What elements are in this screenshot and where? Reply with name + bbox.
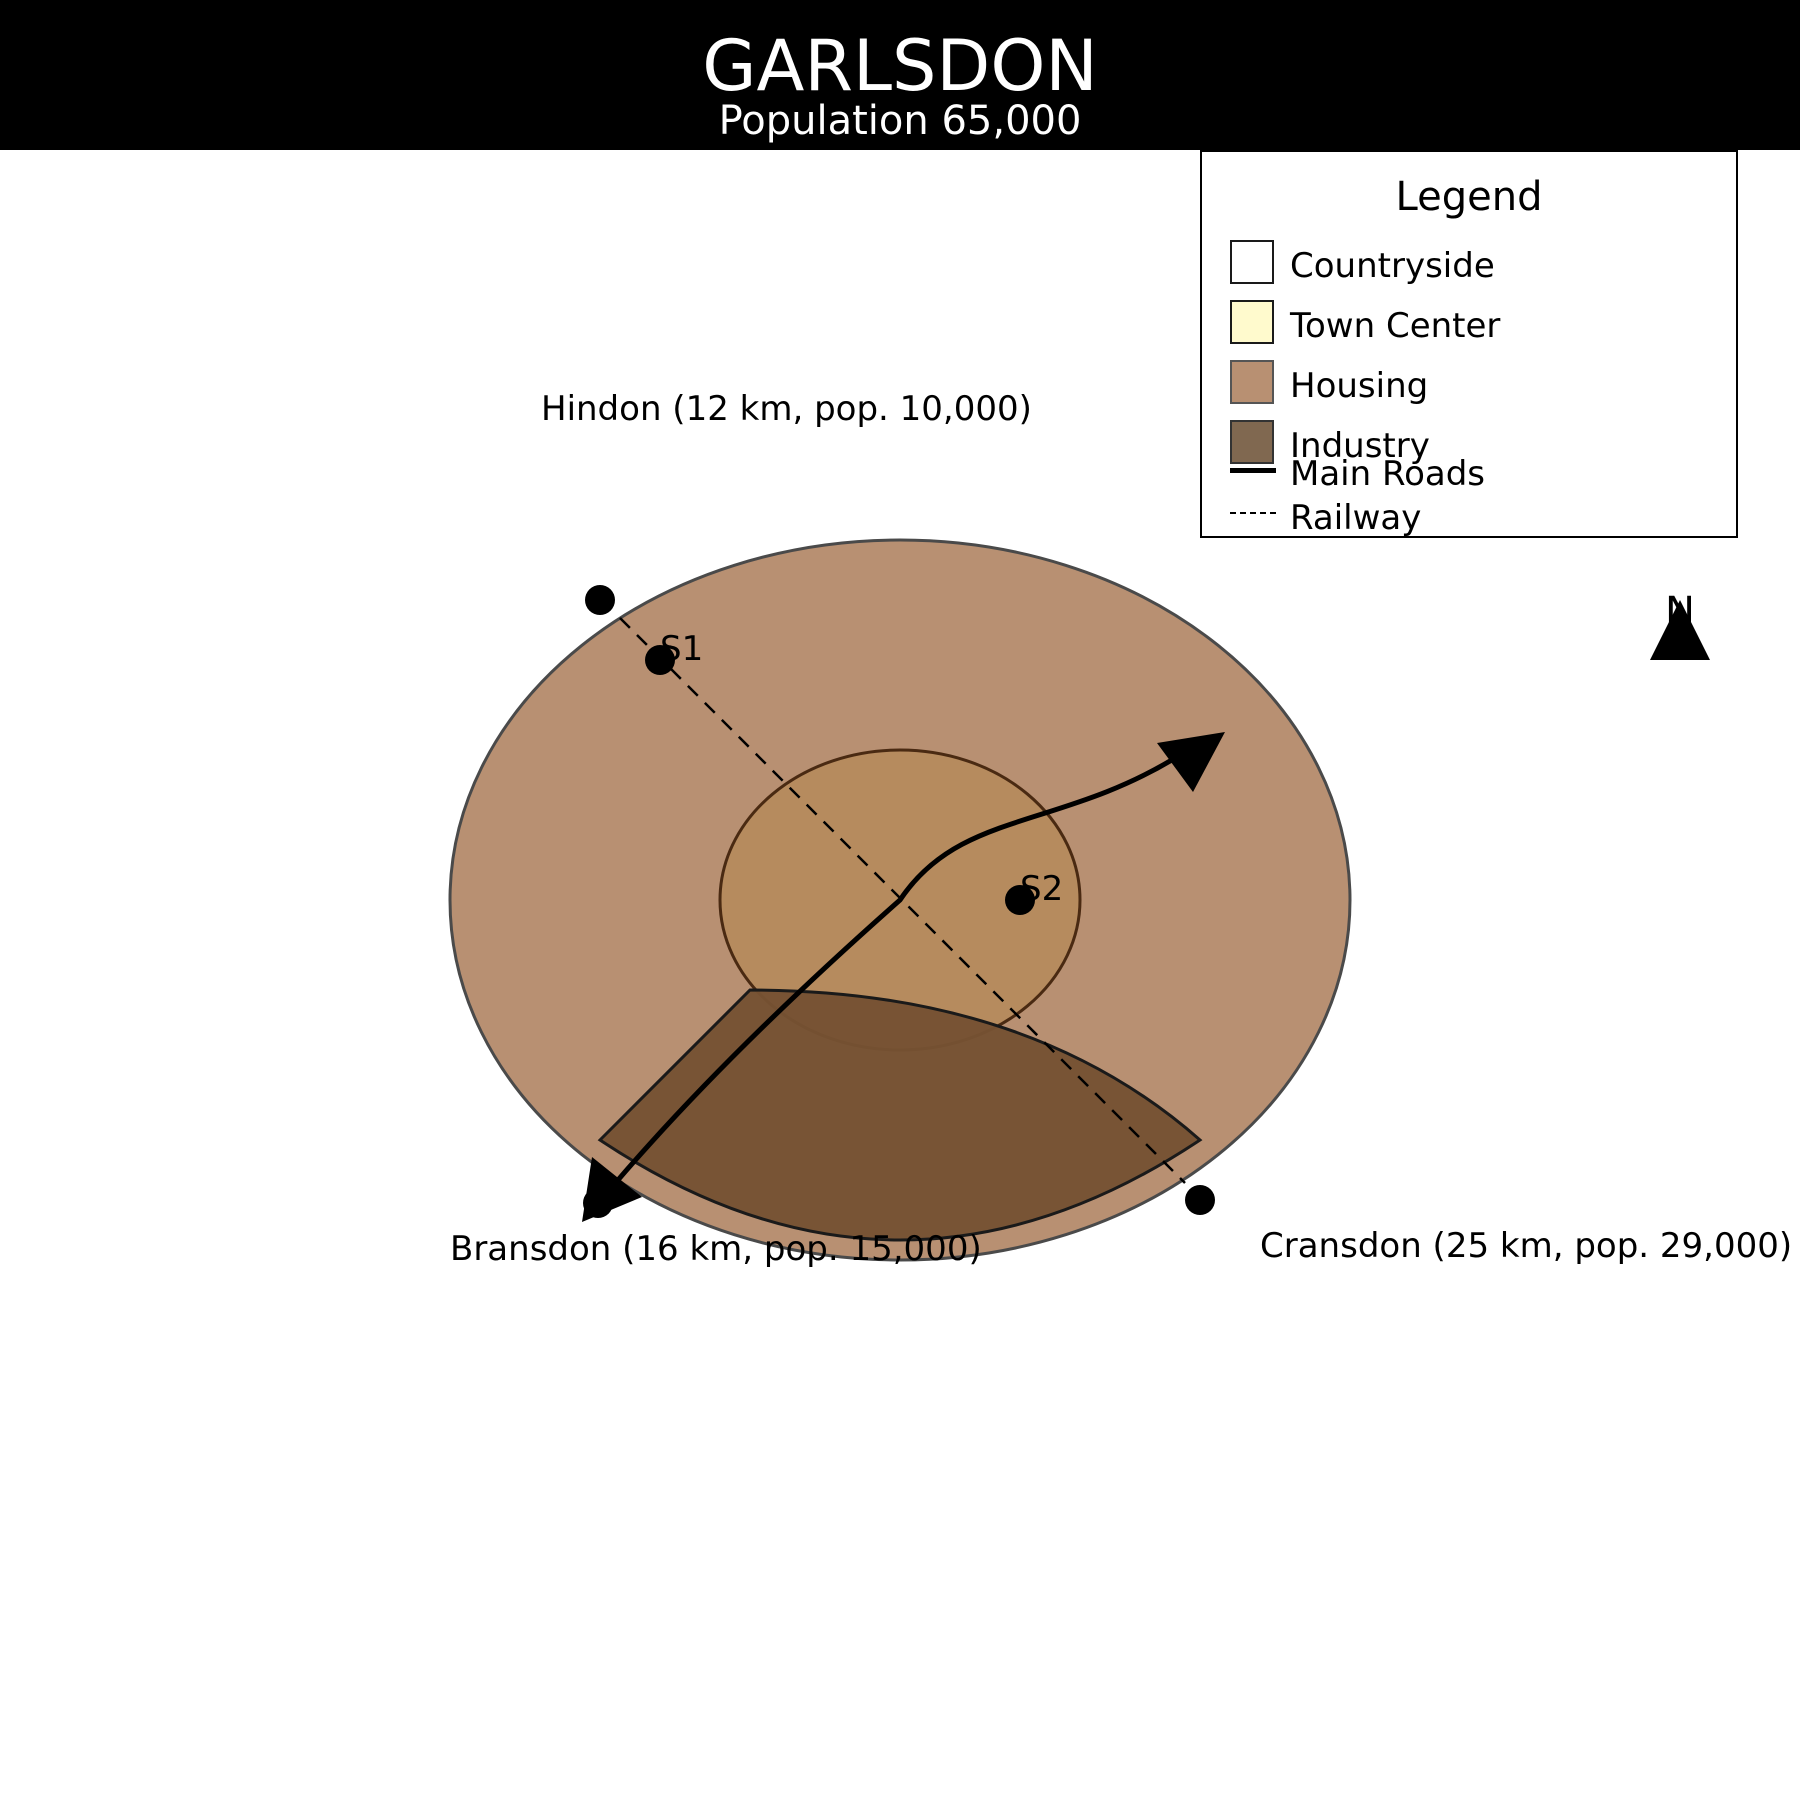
- town-center-swatch: [1230, 300, 1274, 344]
- legend-label-town-center: Town Center: [1290, 306, 1501, 346]
- housing-swatch: [1230, 360, 1274, 404]
- bransdon-point: [583, 1188, 613, 1218]
- legend-label-housing: Housing: [1290, 366, 1429, 406]
- cransdon-point: [1185, 1185, 1215, 1215]
- legend-label-countryside: Countryside: [1290, 246, 1495, 286]
- hindon-point: [585, 585, 615, 615]
- railway-key: [1230, 512, 1276, 514]
- legend-box: Legend Countryside Town Center Housing I…: [1200, 150, 1738, 538]
- legend-label-main-roads: Main Roads: [1290, 454, 1486, 494]
- hindon-label: Hindon (12 km, pop. 10,000): [541, 389, 1032, 429]
- main-roads-key: [1230, 468, 1276, 473]
- legend-title: Legend: [1395, 174, 1543, 220]
- bransdon-label: Bransdon (16 km, pop. 15,000): [450, 1229, 982, 1269]
- cransdon-label: Cransdon (25 km, pop. 29,000): [1260, 1226, 1792, 1266]
- countryside-swatch: [1230, 240, 1274, 284]
- north-label: N: [1665, 589, 1695, 635]
- legend-label-railway: Railway: [1290, 498, 1422, 538]
- station-s1-label: S1: [660, 629, 703, 669]
- station-s2-label: S2: [1020, 869, 1063, 909]
- industry-swatch: [1230, 420, 1274, 464]
